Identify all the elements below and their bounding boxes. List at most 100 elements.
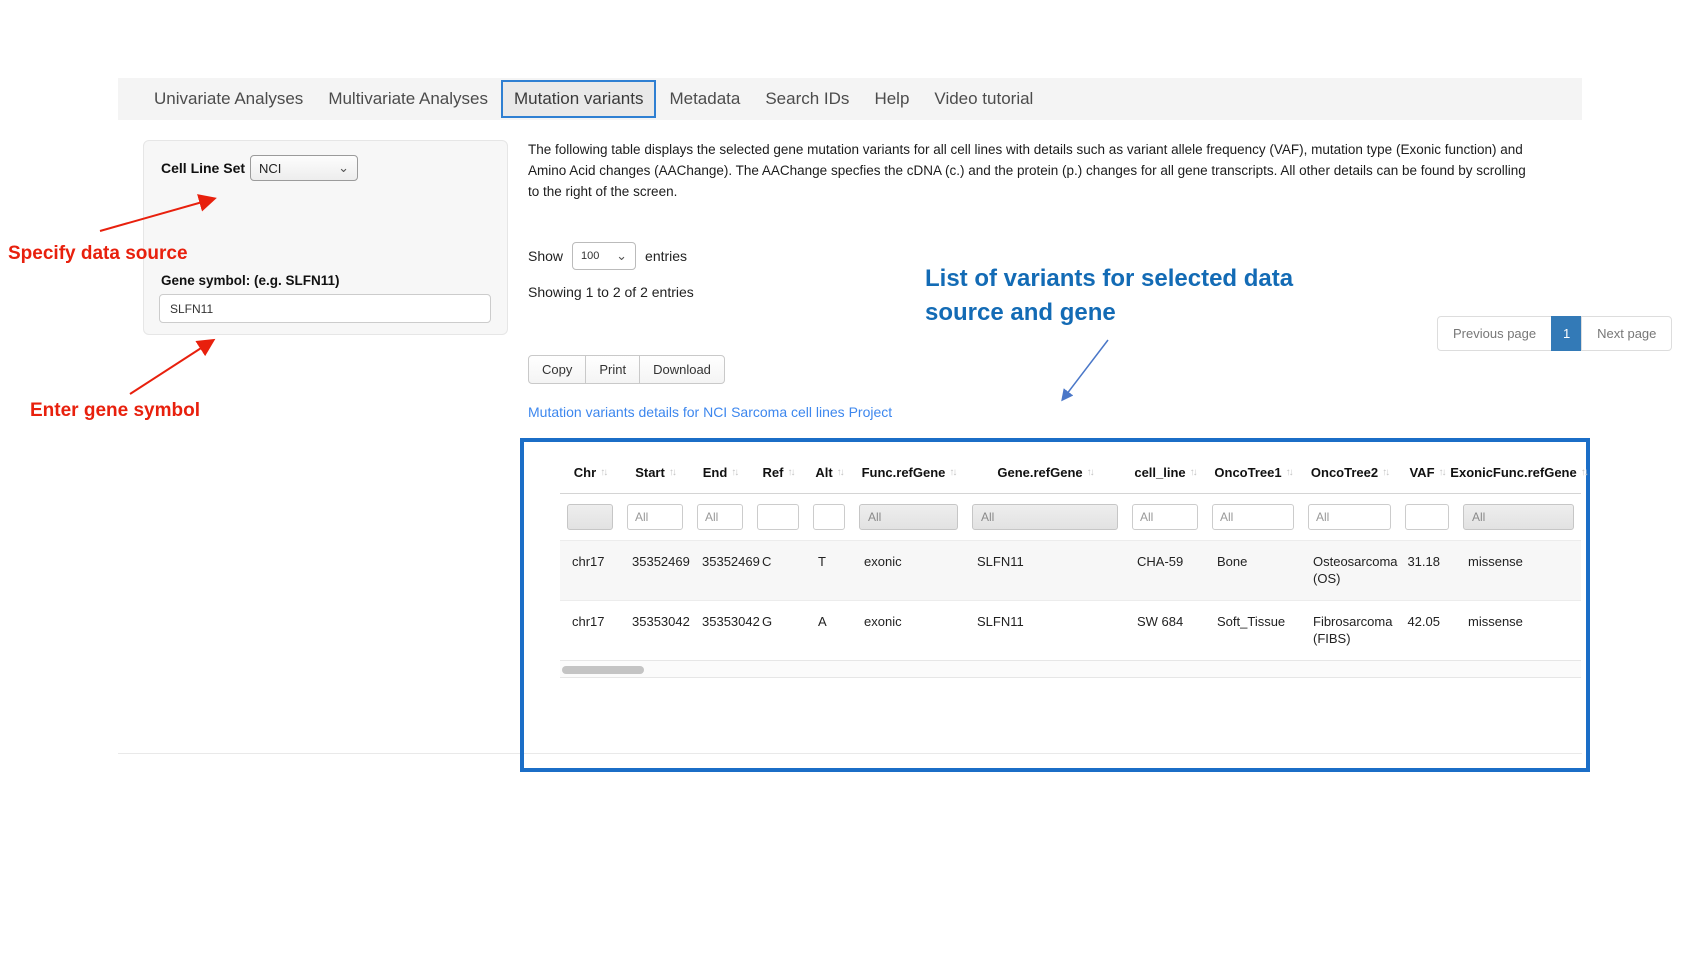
filter-input-ref[interactable]: [757, 504, 799, 530]
sort-icon[interactable]: ↑↓: [1382, 467, 1388, 478]
previous-page-button[interactable]: Previous page: [1437, 316, 1552, 351]
horizontal-scrollbar[interactable]: [560, 660, 1581, 678]
showing-entries-status: Showing 1 to 2 of 2 entries: [528, 284, 694, 300]
entries-per-page-select[interactable]: 100 ⌄: [572, 242, 636, 270]
specify-data-source-note: Specify data source: [8, 243, 188, 265]
tab-video-tutorial[interactable]: Video tutorial: [922, 80, 1045, 118]
sort-icon[interactable]: ↑↓: [949, 467, 955, 478]
sort-icon[interactable]: ↑↓: [669, 467, 675, 478]
table-cell: A: [806, 601, 852, 660]
column-label: Chr: [574, 465, 596, 480]
table-header-row: Chr↑↓ Start↑↓ End↑↓ Ref↑↓ Alt↑↓ Func.ref…: [560, 452, 1581, 494]
table-cell: chr17: [560, 541, 620, 600]
column-header-alt[interactable]: Alt ↑↓: [806, 465, 852, 480]
table-cell: 42.05: [1398, 601, 1456, 660]
current-page-button[interactable]: 1: [1551, 316, 1582, 351]
table-cell: SLFN11: [965, 601, 1125, 660]
cell-line-set-row: Cell Line Set NCI ⌄: [161, 155, 358, 181]
next-page-button[interactable]: Next page: [1581, 316, 1672, 351]
enter-gene-symbol-note: Enter gene symbol: [30, 400, 200, 422]
table-cell: CHA-59: [1125, 541, 1205, 600]
table-cell: missense: [1456, 601, 1581, 660]
filter-select-exonicfunc-refgene[interactable]: All: [1463, 504, 1574, 530]
table-cell: Osteosarcoma (OS): [1301, 541, 1398, 600]
tab-multivariate-analyses[interactable]: Multivariate Analyses: [316, 80, 500, 118]
print-button[interactable]: Print: [585, 355, 640, 384]
column-label: Gene.refGene: [997, 465, 1082, 480]
table-title-link[interactable]: Mutation variants details for NCI Sarcom…: [528, 404, 892, 420]
chevron-down-icon: ⌄: [616, 251, 627, 261]
column-header-oncotree1[interactable]: OncoTree1 ↑↓: [1205, 465, 1301, 480]
column-label: OncoTree2: [1311, 465, 1378, 480]
variants-table: Chr↑↓ Start↑↓ End↑↓ Ref↑↓ Alt↑↓ Func.ref…: [560, 452, 1581, 678]
column-label: cell_line: [1134, 465, 1185, 480]
filter-input-alt[interactable]: [813, 504, 845, 530]
table-filter-row: All All All: [560, 494, 1581, 540]
column-header-exonicfunc-refgene[interactable]: ExonicFunc.refGene↑↓: [1456, 465, 1581, 480]
table-cell: 35353042: [620, 601, 690, 660]
sort-icon[interactable]: ↑↓: [1439, 467, 1445, 478]
gene-symbol-input[interactable]: [159, 294, 491, 323]
table-cell: missense: [1456, 541, 1581, 600]
column-header-func-refgene[interactable]: Func.refGene↑↓: [852, 465, 965, 480]
gene-symbol-label: Gene symbol: (e.g. SLFN11): [161, 273, 340, 288]
column-header-end[interactable]: End↑↓: [690, 465, 750, 480]
page: Univariate Analyses Multivariate Analyse…: [0, 0, 1700, 956]
sort-icon[interactable]: ↑↓: [837, 467, 843, 478]
tab-univariate-analyses[interactable]: Univariate Analyses: [142, 80, 315, 118]
table-cell: exonic: [852, 541, 965, 600]
column-header-ref[interactable]: Ref↑↓: [750, 465, 806, 480]
sort-icon[interactable]: ↑↓: [731, 467, 737, 478]
table-cell: Bone: [1205, 541, 1301, 600]
variants-annotation-arrow: [1063, 340, 1108, 399]
table-row[interactable]: chr17 35353042 35353042 G A exonic SLFN1…: [560, 600, 1581, 660]
sort-icon[interactable]: ↑↓: [600, 467, 606, 478]
list-of-variants-note: List of variants for selected data sourc…: [925, 262, 1325, 330]
column-header-start[interactable]: Start ↑↓: [620, 465, 690, 480]
tab-search-ids[interactable]: Search IDs: [753, 80, 861, 118]
column-label: OncoTree1: [1214, 465, 1281, 480]
filter-select-chr[interactable]: [567, 504, 613, 530]
column-header-cell-line[interactable]: cell_line ↑↓: [1125, 465, 1205, 480]
tab-metadata[interactable]: Metadata: [657, 80, 752, 118]
filter-input-vaf[interactable]: [1405, 504, 1449, 530]
column-label: Ref: [763, 465, 784, 480]
entries-per-page-value: 100: [581, 250, 599, 262]
column-header-oncotree2[interactable]: OncoTree2 ↑↓: [1301, 465, 1398, 480]
filter-input-cell-line[interactable]: [1132, 504, 1198, 530]
filter-select-gene-refgene[interactable]: All: [972, 504, 1118, 530]
sort-icon[interactable]: ↑↓: [1581, 467, 1587, 478]
column-label: End: [703, 465, 728, 480]
download-button[interactable]: Download: [639, 355, 725, 384]
sort-icon[interactable]: ↑↓: [1190, 467, 1196, 478]
cell-line-set-label: Cell Line Set: [161, 160, 245, 176]
scrollbar-thumb[interactable]: [562, 666, 644, 674]
sort-icon[interactable]: ↑↓: [1286, 467, 1292, 478]
show-label: Show: [528, 248, 563, 264]
cell-line-set-select[interactable]: NCI ⌄: [250, 155, 358, 181]
filter-input-oncotree2[interactable]: [1308, 504, 1391, 530]
column-header-gene-refgene[interactable]: Gene.refGene ↑↓: [965, 465, 1125, 480]
table-cell: C: [750, 541, 806, 600]
column-label: Start: [635, 465, 665, 480]
table-row[interactable]: chr17 35352469 35352469 C T exonic SLFN1…: [560, 540, 1581, 600]
pagination: Previous page 1 Next page: [1437, 316, 1672, 351]
column-label: Alt: [815, 465, 832, 480]
sort-icon[interactable]: ↑↓: [1087, 467, 1093, 478]
filter-input-oncotree1[interactable]: [1212, 504, 1294, 530]
filter-input-start[interactable]: [627, 504, 683, 530]
tab-help[interactable]: Help: [862, 80, 921, 118]
table-cell: chr17: [560, 601, 620, 660]
column-label: ExonicFunc.refGene: [1450, 465, 1576, 480]
sort-icon[interactable]: ↑↓: [787, 467, 793, 478]
export-button-group: Copy Print Download: [528, 355, 725, 384]
chevron-down-icon: ⌄: [338, 163, 349, 173]
table-cell: 35352469: [690, 541, 750, 600]
filter-input-end[interactable]: [697, 504, 743, 530]
column-header-vaf[interactable]: VAF↑↓: [1398, 465, 1456, 480]
controls-panel: Cell Line Set NCI ⌄ Gene symbol: (e.g. S…: [143, 140, 508, 335]
column-header-chr[interactable]: Chr ↑↓: [560, 465, 620, 480]
filter-select-func-refgene[interactable]: All: [859, 504, 958, 530]
tab-mutation-variants[interactable]: Mutation variants: [501, 80, 656, 118]
copy-button[interactable]: Copy: [528, 355, 586, 384]
